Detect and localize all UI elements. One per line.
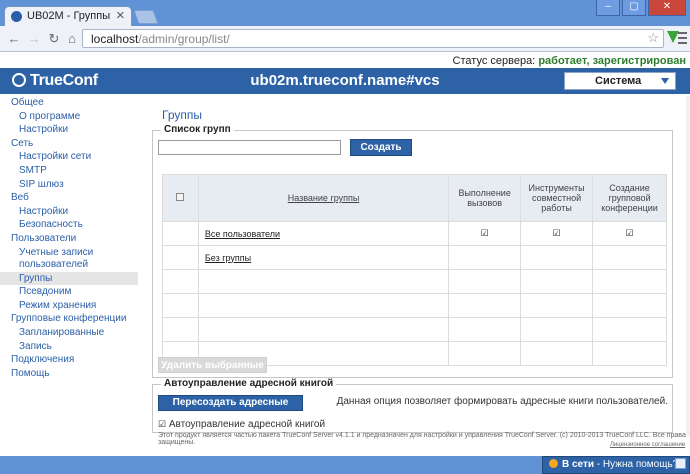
reload-icon[interactable]: ↻ [46,31,62,47]
home-icon[interactable]: ⌂ [64,31,80,47]
tools-checkbox[interactable]: ☑ [553,228,561,238]
table-row [162,293,667,318]
delete-selected-button[interactable]: Удалить выбранные [158,357,267,373]
table-row [162,317,667,342]
browser-window: UB02M - Группы ✕ – ▢ ✕ ← → ↻ ⌂ localhost… [0,0,690,474]
window-controls: – ▢ ✕ [596,0,686,18]
trueconf-favicon-icon [11,11,22,22]
sidebar-item-14[interactable]: Режим хранения [0,299,138,313]
sidebar-item-0[interactable]: Общее [0,96,138,110]
chevron-down-icon [661,78,669,84]
table-header-row: Название группы Выполнение вызовов Инстр… [162,174,667,222]
chat-minimize-icon[interactable] [675,458,686,469]
sidebar-item-16[interactable]: Запланированные [0,326,138,340]
bottom-bar: В сети - Нужна помощь? [0,456,690,474]
auto-addressbook-row: ☑ Автоуправление адресной книгой [158,419,325,430]
sidebar-item-2[interactable]: Настройки [0,123,138,137]
back-icon[interactable]: ← [6,31,22,47]
select-all-cell [162,174,199,222]
auto-addressbook-label: Автоуправление адресной книгой [168,419,326,430]
system-select[interactable]: Система [564,72,676,90]
group-name-input[interactable] [158,140,341,155]
main-content: Группы Список групп Создать Название гру… [152,108,673,433]
tab-close-icon[interactable]: ✕ [116,9,125,22]
server-status: Статус сервера: работает, зарегистрирова… [452,55,686,67]
address-bar[interactable]: localhost/admin/group/list/ ☆ [82,29,664,48]
url-host: localhost [91,32,139,46]
sidebar-item-1[interactable]: О программе [0,110,138,124]
close-window-button[interactable]: ✕ [648,0,686,16]
col-name-header[interactable]: Название группы [197,174,450,222]
menu-icon[interactable] [678,32,687,44]
chat-help-text: - Нужна помощь? [594,459,679,470]
addressbook-description: Данная опция позволяет формировать адрес… [336,396,668,407]
addressbook-legend: Автоуправление адресной книгой [161,378,337,389]
sidebar-item-15[interactable]: Групповые конференции [0,312,138,326]
sidebar-item-18[interactable]: Подключения [0,353,138,367]
table-row: Без группы [162,245,667,270]
status-registered: зарегистрирован [592,55,686,67]
status-working: работает [538,55,587,67]
calls-checkbox[interactable]: ☑ [481,228,489,238]
sidebar-item-19[interactable]: Помощь [0,367,138,381]
page: Статус сервера: работает, зарегистрирова… [0,52,690,456]
sidebar-item-7[interactable]: Веб [0,191,138,205]
new-tab-button[interactable] [133,10,159,24]
group-name-link[interactable]: Без группы [205,253,251,263]
sidebar-item-6[interactable]: SIP шлюз [0,178,138,192]
chat-widget[interactable]: В сети - Нужна помощь? [542,456,690,474]
sidebar-item-8[interactable]: Настройки [0,205,138,219]
license-link[interactable]: Лицензионное соглашение [610,442,685,448]
col-conf-header: Создание групповой конференции [592,174,667,222]
sidebar-item-4[interactable]: Настройки сети [0,150,138,164]
sidebar-item-3[interactable]: Сеть [0,137,138,151]
system-select-value: Система [595,75,642,87]
sidebar-item-5[interactable]: SMTP [0,164,138,178]
conf-checkbox[interactable]: ☑ [625,228,633,238]
chat-status: В сети [562,459,595,470]
sidebar-item-13[interactable]: Псевдоним [0,285,138,299]
title-bar: UB02M - Группы ✕ – ▢ ✕ [0,0,690,26]
col-calls-header: Выполнение вызовов [448,174,522,222]
page-title: Группы [162,108,202,122]
bookmark-star-icon[interactable]: ☆ [647,30,659,46]
header-bar: TrueConf ub02m.trueconf.name#vcs Система [0,68,690,94]
sidebar-item-11[interactable]: Учетные записи пользователей [0,246,138,272]
addressbook-fieldset: Автоуправление адресной книгой Пересозда… [152,378,673,433]
groups-fieldset: Список групп Создать Название группы Вып… [152,124,673,378]
sidebar-item-12[interactable]: Группы [0,271,138,286]
scrollbar[interactable] [686,96,690,436]
auto-addressbook-checkbox[interactable]: ☑ [158,419,166,429]
group-name-link[interactable]: Все пользователи [205,229,280,239]
browser-tab[interactable]: UB02M - Группы ✕ [4,6,132,26]
table-row: Все пользователи ☑ ☑ ☑ [162,221,667,246]
sidebar-item-9[interactable]: Безопасность [0,218,138,232]
maximize-button[interactable]: ▢ [622,0,646,16]
recreate-addressbooks-button[interactable]: Пересоздать адресные книги [158,395,303,422]
sidebar-item-17[interactable]: Запись [0,340,138,354]
forward-icon[interactable]: → [26,31,42,47]
select-all-checkbox[interactable] [176,193,185,201]
col-tools-header: Инструменты совместной работы [520,174,594,222]
minimize-button[interactable]: – [596,0,620,16]
browser-toolbar: ← → ↻ ⌂ localhost/admin/group/list/ ☆ [0,26,690,52]
sidebar-nav: Общее О программе Настройки Сеть Настройки с… [0,96,138,380]
tab-title: UB02M - Группы [27,10,111,22]
chat-icon [549,459,558,468]
url-path: /admin/group/list/ [138,32,230,46]
groups-table: Название группы Выполнение вызовов Инстр… [162,174,667,366]
table-row [162,269,667,294]
create-button[interactable]: Создать [350,139,412,156]
groups-legend: Список групп [161,124,234,135]
status-label: Статус сервера: [452,55,536,67]
sidebar-item-10[interactable]: Пользователи [0,232,138,246]
